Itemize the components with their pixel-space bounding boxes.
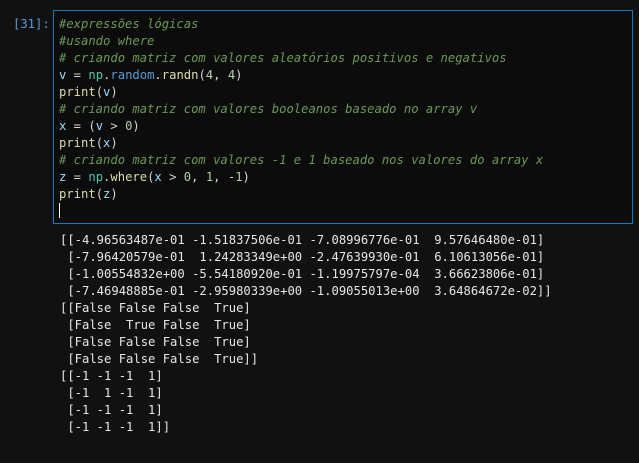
code-token: , bbox=[213, 170, 228, 184]
code-line-empty bbox=[59, 203, 543, 220]
code-token: print bbox=[59, 187, 96, 201]
code-token: = bbox=[66, 68, 89, 82]
code-line: z = np.where(x > 0, 1, -1) bbox=[59, 169, 543, 186]
code-token: ( bbox=[95, 136, 104, 150]
code-token: , bbox=[213, 68, 228, 82]
cell-output: [[-4.96563487e-01 -1.51837506e-01 -7.089… bbox=[60, 232, 552, 436]
code-token: # criando matriz com valores booleanos b… bbox=[59, 102, 478, 116]
code-token: random bbox=[110, 68, 155, 82]
code-editor-content[interactable]: #expressões lógicas #usando where # criand… bbox=[59, 16, 543, 220]
code-token: where bbox=[110, 170, 148, 184]
code-line: # criando matriz com valores booleanos b… bbox=[59, 101, 543, 118]
code-token: . bbox=[154, 68, 162, 82]
code-token: ) bbox=[235, 68, 243, 82]
code-token: ( bbox=[88, 119, 96, 133]
code-line: x = (v > 0) bbox=[59, 118, 543, 135]
code-token: 1 bbox=[235, 170, 243, 184]
code-line: #expressões lógicas bbox=[59, 16, 543, 33]
code-token: np bbox=[88, 68, 104, 82]
output-line: [[-4.96563487e-01 -1.51837506e-01 -7.089… bbox=[60, 233, 545, 247]
code-token: x bbox=[154, 170, 162, 184]
code-token: = bbox=[66, 170, 89, 184]
code-token: print bbox=[59, 136, 96, 150]
output-line: [-1 -1 -1 1]] bbox=[60, 420, 171, 434]
code-line: v = np.random.randn(4, 4) bbox=[59, 67, 543, 84]
code-line: #usando where bbox=[59, 33, 543, 50]
code-token: ) bbox=[110, 187, 118, 201]
output-line: [False False False True] bbox=[60, 335, 251, 349]
code-token: ( bbox=[95, 187, 104, 201]
output-line: [[-1 -1 -1 1] bbox=[60, 369, 163, 383]
code-line: # criando matriz com valores aleatórios … bbox=[59, 50, 543, 67]
code-token: > bbox=[103, 119, 126, 133]
output-line: [-1 -1 -1 1] bbox=[60, 403, 163, 417]
code-token: # criando matriz com valores -1 e 1 base… bbox=[59, 153, 544, 167]
code-token: # criando matriz com valores aleatórios … bbox=[59, 51, 507, 65]
output-line: [-1.00554832e+00 -5.54180920e-01 -1.1997… bbox=[60, 267, 545, 281]
output-line: [-1 1 -1 1] bbox=[60, 386, 163, 400]
code-token: #usando where bbox=[59, 34, 155, 48]
code-token: np bbox=[88, 170, 104, 184]
output-line: [[False False False True] bbox=[60, 301, 251, 315]
output-line: [False False False True]] bbox=[60, 352, 259, 366]
code-token: > bbox=[161, 170, 184, 184]
code-token: , bbox=[191, 170, 206, 184]
code-token: randn bbox=[161, 68, 199, 82]
code-token: ) bbox=[242, 170, 250, 184]
code-token: ( bbox=[198, 68, 206, 82]
code-token: ) bbox=[110, 136, 118, 150]
code-line: # criando matriz com valores -1 e 1 base… bbox=[59, 152, 543, 169]
code-line: print(v) bbox=[59, 84, 543, 101]
code-token: ) bbox=[110, 85, 118, 99]
code-token: ( bbox=[95, 85, 104, 99]
code-cell-editor[interactable]: #expressões lógicas #usando where # criand… bbox=[53, 10, 633, 224]
code-token: #expressões lógicas bbox=[59, 17, 199, 31]
code-token: print bbox=[59, 85, 96, 99]
code-token: = bbox=[66, 119, 89, 133]
cell-execution-count: [31]: bbox=[13, 17, 50, 31]
output-line: [-7.96420579e-01 1.24283349e+00 -2.47639… bbox=[60, 250, 545, 264]
code-token: v bbox=[95, 119, 104, 133]
output-line: [False True False True] bbox=[60, 318, 251, 332]
code-line: print(z) bbox=[59, 186, 543, 203]
output-line: [-7.46948885e-01 -2.95980339e+00 -1.0905… bbox=[60, 284, 552, 298]
text-cursor bbox=[59, 203, 60, 218]
code-line: print(x) bbox=[59, 135, 543, 152]
code-token: ) bbox=[132, 119, 140, 133]
